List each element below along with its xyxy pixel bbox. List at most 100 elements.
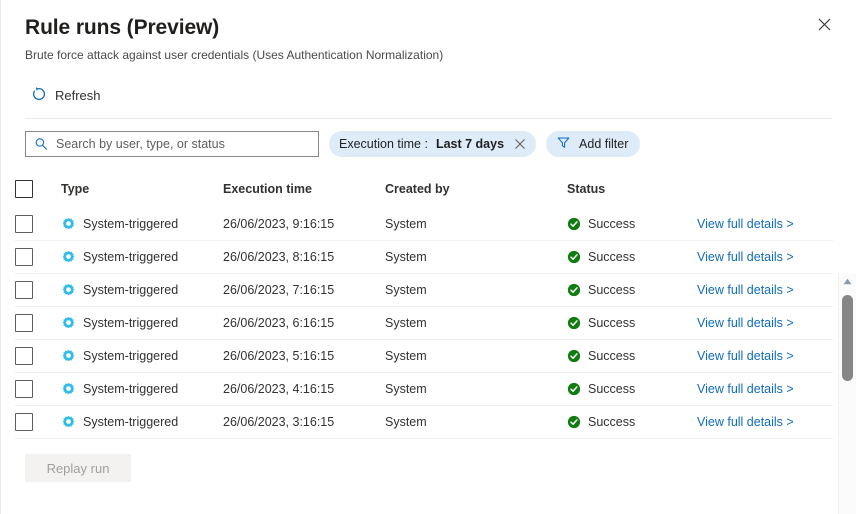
cell-execution-time: 26/06/2023, 4:16:15 — [223, 382, 335, 396]
gear-icon — [61, 316, 76, 331]
cell-type: System-triggered — [61, 316, 223, 331]
success-check-icon — [567, 217, 581, 231]
cell-type: System-triggered — [61, 250, 223, 265]
success-check-icon — [567, 382, 581, 396]
cell-actions: View full details > — [697, 248, 833, 266]
cell-type: System-triggered — [61, 415, 223, 430]
scroll-thumb[interactable] — [842, 295, 853, 381]
view-full-details-link[interactable]: View full details > — [697, 415, 794, 429]
success-check-icon — [567, 316, 581, 330]
filter-bar: Execution time : Last 7 days Add filter — [1, 131, 856, 157]
view-full-details-link[interactable]: View full details > — [697, 283, 794, 297]
blade-footer: Replay run — [1, 454, 856, 482]
table-row[interactable]: System-triggered 26/06/2023, 3:16:15 Syste… — [15, 406, 833, 439]
cell-execution-time: 26/06/2023, 6:16:15 — [223, 316, 335, 330]
success-check-icon — [567, 250, 581, 264]
cell-status: Success — [567, 316, 697, 330]
table-row[interactable]: System-triggered 26/06/2023, 9:16:15 Syste… — [15, 208, 833, 241]
status-badge: Success — [588, 349, 636, 363]
view-full-details-link[interactable]: View full details > — [697, 382, 794, 396]
row-checkbox[interactable] — [15, 248, 33, 266]
rule-runs-blade: Rule runs (Preview) Brute force attack a… — [0, 0, 856, 514]
gear-icon — [61, 415, 76, 430]
gear-icon — [61, 283, 76, 298]
grid-vertical-scrollbar[interactable] — [838, 273, 856, 514]
filter-pill-execution-time[interactable]: Execution time : Last 7 days — [329, 131, 537, 157]
replay-run-button[interactable]: Replay run — [25, 454, 131, 482]
cell-created-by: System — [385, 316, 427, 330]
cell-type: System-triggered — [61, 283, 223, 298]
cell-execution-time: 26/06/2023, 8:16:15 — [223, 250, 335, 264]
column-header-execution-time[interactable]: Execution time — [223, 182, 385, 196]
cell-actions: View full details > — [697, 347, 833, 365]
column-header-created-by[interactable]: Created by — [385, 182, 567, 196]
close-icon — [818, 18, 831, 31]
row-select-cell — [15, 380, 61, 398]
close-blade-button[interactable] — [810, 10, 838, 38]
status-badge: Success — [588, 283, 636, 297]
cell-type-label: System-triggered — [83, 250, 179, 264]
view-full-details-link[interactable]: View full details > — [697, 316, 794, 330]
cell-type-label: System-triggered — [83, 349, 179, 363]
refresh-label: Refresh — [55, 87, 101, 103]
column-header-status[interactable]: Status — [567, 182, 697, 196]
row-checkbox[interactable] — [15, 314, 33, 332]
row-select-cell — [15, 281, 61, 299]
gear-icon — [61, 250, 76, 265]
cell-status: Success — [567, 415, 697, 429]
column-header-type[interactable]: Type — [61, 182, 223, 196]
filter-pill-value: Last 7 days — [435, 137, 505, 151]
cell-type-label: System-triggered — [83, 382, 179, 396]
select-all-checkbox[interactable] — [15, 180, 33, 198]
cell-type-label: System-triggered — [83, 217, 179, 231]
refresh-button[interactable]: Refresh — [25, 80, 107, 110]
row-checkbox[interactable] — [15, 281, 33, 299]
gear-icon — [61, 382, 76, 397]
filter-pill-key: Execution time : — [339, 137, 428, 151]
cell-type: System-triggered — [61, 217, 223, 232]
row-select-cell — [15, 413, 61, 431]
table-row[interactable]: System-triggered 26/06/2023, 4:16:15 Syste… — [15, 373, 833, 406]
cell-type-label: System-triggered — [83, 415, 179, 429]
row-select-cell — [15, 215, 61, 233]
cell-created-by: System — [385, 415, 427, 429]
status-badge: Success — [588, 250, 636, 264]
cell-actions: View full details > — [697, 314, 833, 332]
row-checkbox[interactable] — [15, 380, 33, 398]
table-row[interactable]: System-triggered 26/06/2023, 7:16:15 Syste… — [15, 274, 833, 307]
page-title: Rule runs (Preview) — [25, 16, 220, 39]
cell-actions: View full details > — [697, 281, 833, 299]
select-all-cell — [15, 180, 61, 198]
status-badge: Success — [588, 382, 636, 396]
view-full-details-link[interactable]: View full details > — [697, 250, 794, 264]
search-input[interactable] — [56, 137, 310, 151]
search-box[interactable] — [25, 131, 319, 157]
row-checkbox[interactable] — [15, 347, 33, 365]
cell-execution-time: 26/06/2023, 3:16:15 — [223, 415, 335, 429]
cell-status: Success — [567, 217, 697, 231]
gear-icon — [61, 349, 76, 364]
cell-execution-time: 26/06/2023, 5:16:15 — [223, 349, 335, 363]
cell-status: Success — [567, 382, 697, 396]
row-select-cell — [15, 314, 61, 332]
grid-header-row: Type Execution time Created by Status — [15, 170, 833, 208]
refresh-icon — [31, 86, 47, 105]
row-checkbox[interactable] — [15, 215, 33, 233]
table-row[interactable]: System-triggered 26/06/2023, 8:16:15 Syste… — [15, 241, 833, 274]
scroll-up-arrow[interactable] — [839, 273, 856, 290]
cell-execution-time: 26/06/2023, 7:16:15 — [223, 283, 335, 297]
rule-runs-grid: Type Execution time Created by Status Sy… — [1, 170, 833, 439]
view-full-details-link[interactable]: View full details > — [697, 349, 794, 363]
cell-actions: View full details > — [697, 413, 833, 431]
view-full-details-link[interactable]: View full details > — [697, 217, 794, 231]
table-row[interactable]: System-triggered 26/06/2023, 6:16:15 Syste… — [15, 307, 833, 340]
cell-created-by: System — [385, 382, 427, 396]
row-checkbox[interactable] — [15, 413, 33, 431]
status-badge: Success — [588, 217, 636, 231]
remove-filter-icon[interactable] — [514, 138, 526, 150]
search-icon — [34, 137, 48, 151]
add-filter-button[interactable]: Add filter — [546, 131, 641, 157]
table-row[interactable]: System-triggered 26/06/2023, 5:16:15 Syste… — [15, 340, 833, 373]
gear-icon — [61, 217, 76, 232]
cell-type: System-triggered — [61, 349, 223, 364]
